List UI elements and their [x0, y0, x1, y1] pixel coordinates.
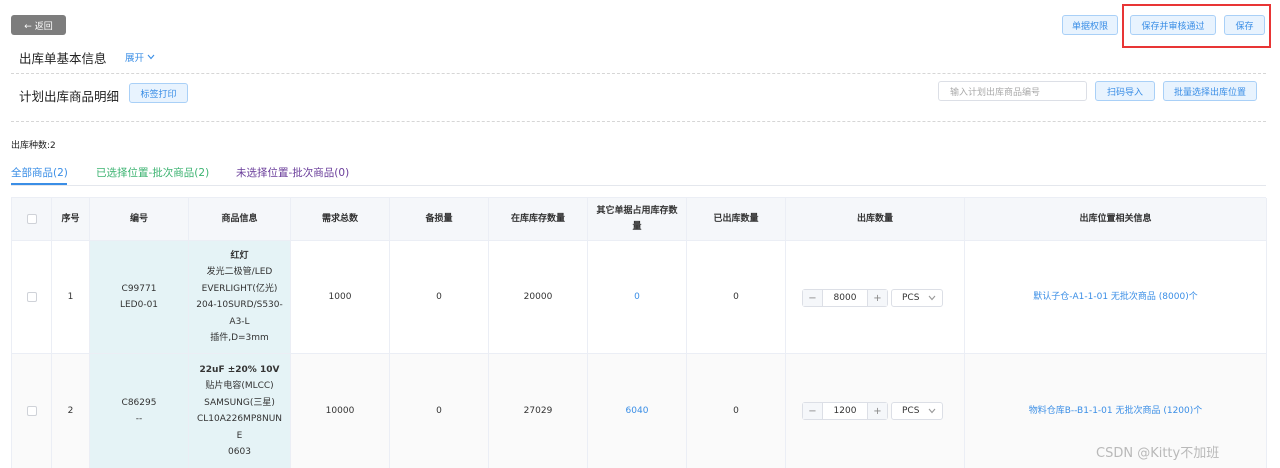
- basic-info-title: 出库单基本信息: [19, 51, 107, 66]
- product-sub-code: LED0-01: [119, 300, 159, 310]
- tabs-divider: [11, 185, 1266, 186]
- unit-value: PCS: [902, 406, 920, 416]
- header-demand-total: 需求总数: [291, 198, 390, 241]
- checkbox[interactable]: [26, 292, 37, 302]
- product-package: 0603: [228, 447, 251, 457]
- label-print-button[interactable]: 标签打印: [129, 83, 188, 103]
- product-sub-code: --: [135, 414, 143, 424]
- decrement-button[interactable]: −: [803, 403, 823, 419]
- product-brand: SAMSUNG(三星): [204, 397, 275, 408]
- product-model: 204-10SURD/S530-: [196, 300, 283, 310]
- product-category: 发光二极管/LED: [206, 267, 273, 277]
- header-location-info: 出库位置相关信息: [965, 198, 1267, 241]
- unit-select[interactable]: PCS: [891, 289, 943, 307]
- row-in-stock: 27029: [489, 354, 588, 468]
- out-qty-input[interactable]: 1200: [823, 403, 867, 419]
- row-other-occupied-link[interactable]: 6040: [588, 354, 687, 468]
- checkbox[interactable]: [26, 214, 37, 224]
- product-brand: EVERLIGHT(亿光): [201, 283, 278, 294]
- row-shipped: 0: [687, 241, 786, 354]
- chevron-down-icon: [928, 295, 936, 301]
- chevron-down-icon: [928, 408, 936, 414]
- row-other-occupied-link[interactable]: 0: [588, 241, 687, 354]
- unit-select[interactable]: PCS: [891, 402, 943, 420]
- watermark: CSDN @Kitty不加班: [1096, 446, 1220, 461]
- row-code: C99771 LED0-01: [90, 241, 189, 354]
- row-index: 1: [52, 241, 90, 354]
- header-index: 序号: [52, 198, 90, 241]
- chevron-down-icon: [147, 54, 155, 60]
- out-qty-stepper[interactable]: − 8000 +: [802, 289, 888, 307]
- row-code: C86295 --: [90, 354, 189, 468]
- product-model: CL10A226MP8NUN: [196, 414, 283, 424]
- section-divider: [11, 121, 1266, 122]
- out-qty-input[interactable]: 8000: [823, 290, 867, 306]
- row-demand-total: 1000: [291, 241, 390, 354]
- product-search-input[interactable]: 输入计划出库商品编号: [938, 81, 1087, 101]
- product-model-cont: E: [236, 430, 243, 441]
- header-other-occupied-line2: 量: [632, 222, 642, 232]
- header-damaged: 备损量: [390, 198, 489, 241]
- row-select[interactable]: [12, 241, 52, 354]
- row-damaged: 0: [390, 241, 489, 354]
- tab-location-unselected[interactable]: 未选择位置-批次商品(0): [236, 165, 349, 180]
- row-damaged: 0: [390, 354, 489, 468]
- header-out-qty: 出库数量: [786, 198, 965, 241]
- row-shipped: 0: [687, 354, 786, 468]
- header-other-occupied: 其它单据占用库存数 量: [588, 198, 687, 241]
- row-demand-total: 10000: [291, 354, 390, 468]
- highlight-box: [1122, 4, 1271, 48]
- expand-link[interactable]: 展开: [125, 50, 155, 64]
- header-shipped: 已出库数量: [687, 198, 786, 241]
- row-product-info: 红灯 发光二极管/LED EVERLIGHT(亿光) 204-10SURD/S5…: [189, 241, 291, 354]
- increment-button[interactable]: +: [867, 290, 887, 306]
- unit-value: PCS: [902, 293, 920, 303]
- tab-location-selected[interactable]: 已选择位置-批次商品(2): [96, 165, 209, 180]
- decrement-button[interactable]: −: [803, 290, 823, 306]
- outbound-kinds-count: 出库种数:2: [11, 141, 56, 151]
- scan-import-button[interactable]: 扫码导入: [1095, 81, 1155, 101]
- product-category: 贴片电容(MLCC): [205, 381, 274, 391]
- batch-select-location-button[interactable]: 批量选择出库位置: [1163, 81, 1257, 101]
- row-index: 2: [52, 354, 90, 468]
- product-package: 插件,D=3mm: [210, 333, 269, 343]
- product-model-cont: A3-L: [229, 316, 250, 327]
- expand-label: 展开: [125, 53, 145, 64]
- product-code: C99771: [121, 283, 157, 294]
- out-qty-stepper[interactable]: − 1200 +: [802, 402, 888, 420]
- header-other-occupied-line1: 其它单据占用库存数: [596, 206, 678, 216]
- header-code: 编号: [90, 198, 189, 241]
- plan-title: 计划出库商品明细: [19, 89, 120, 104]
- header-in-stock: 在库库存数量: [489, 198, 588, 241]
- checkbox[interactable]: [26, 406, 37, 416]
- header-select-all[interactable]: [12, 198, 52, 241]
- section-divider: [11, 73, 1266, 74]
- row-in-stock: 20000: [489, 241, 588, 354]
- document-permission-button[interactable]: 单据权限: [1062, 15, 1118, 35]
- product-table: 序号 编号 商品信息 需求总数 备损量 在库库存数量 其它单据占用库存数 量 已…: [11, 197, 1267, 468]
- row-location-link[interactable]: 默认子仓-A1-1-01 无批次商品 (8000)个: [965, 241, 1267, 354]
- product-name: 红灯: [230, 250, 249, 261]
- product-name: 22uF ±20% 10V: [199, 364, 280, 375]
- row-select[interactable]: [12, 354, 52, 468]
- increment-button[interactable]: +: [867, 403, 887, 419]
- tab-all-products[interactable]: 全部商品(2): [11, 165, 68, 180]
- row-product-info: 22uF ±20% 10V 贴片电容(MLCC) SAMSUNG(三星) CL1…: [189, 354, 291, 468]
- product-code: C86295: [121, 397, 157, 408]
- header-product-info: 商品信息: [189, 198, 291, 241]
- back-button[interactable]: ← 返回: [11, 15, 66, 35]
